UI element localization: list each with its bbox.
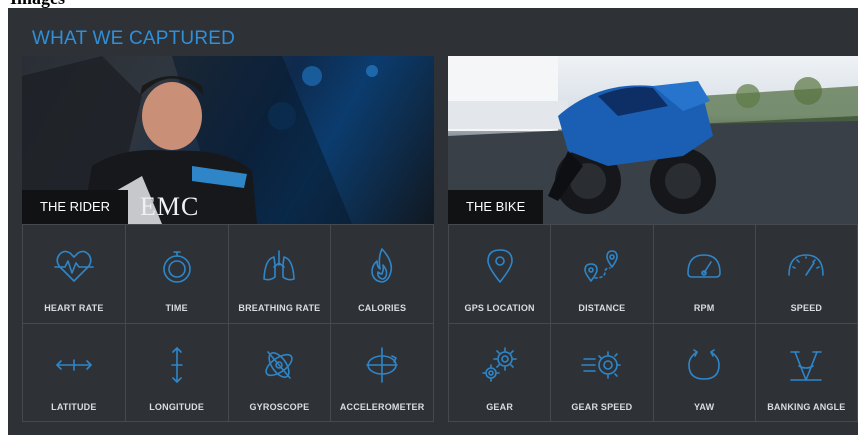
metric-breathing-rate: BREATHING RATE bbox=[228, 225, 332, 324]
yaw-icon bbox=[683, 344, 725, 386]
lungs-icon bbox=[258, 245, 300, 287]
metric-label: HEART RATE bbox=[44, 303, 104, 313]
flame-icon bbox=[361, 245, 403, 287]
rpm-gauge-icon bbox=[683, 245, 725, 287]
gyroscope-icon bbox=[258, 344, 300, 386]
metric-calories: CALORIES bbox=[331, 225, 434, 324]
map-pin-icon bbox=[479, 245, 521, 287]
metric-label: RPM bbox=[693, 303, 715, 313]
metric-label: CALORIES bbox=[358, 303, 407, 313]
metric-gyroscope: GYROSCOPE bbox=[228, 323, 332, 422]
bike-metrics-grid: GPS LOCATION DISTANCE RPM SPEED GEAR GEA… bbox=[448, 224, 858, 422]
metric-distance: DISTANCE bbox=[551, 225, 654, 324]
heart-rate-icon bbox=[53, 245, 95, 287]
bike-photo: THE BIKE bbox=[448, 56, 858, 224]
stopwatch-icon bbox=[156, 245, 198, 287]
metric-label: DISTANCE bbox=[578, 303, 626, 313]
bike-label: THE BIKE bbox=[448, 190, 544, 224]
metric-label: YAW bbox=[693, 401, 715, 412]
header-fragment-text: Images bbox=[10, 0, 65, 8]
metric-yaw: YAW bbox=[653, 323, 756, 422]
metric-gps-location: GPS LOCATION bbox=[449, 225, 552, 324]
gear-speed-icon bbox=[581, 344, 623, 386]
metric-speed: SPEED bbox=[755, 225, 858, 324]
metric-label: GPS LOCATION bbox=[464, 303, 535, 313]
header-fragment: Images bbox=[0, 0, 858, 8]
metric-label: BANKING ANGLE bbox=[767, 401, 846, 412]
metric-time: TIME bbox=[125, 225, 229, 324]
metric-heart-rate: HEART RATE bbox=[23, 225, 126, 324]
speedometer-icon bbox=[785, 245, 827, 287]
metric-label: LATITUDE bbox=[51, 401, 97, 412]
metric-gear-speed: GEAR SPEED bbox=[551, 323, 654, 422]
metric-gear: GEAR bbox=[449, 323, 552, 422]
metric-label: BREATHING RATE bbox=[238, 303, 321, 313]
metric-rpm: RPM bbox=[653, 225, 756, 324]
latitude-icon bbox=[53, 344, 95, 386]
metric-label: SPEED bbox=[790, 303, 823, 313]
metric-label: ACCELEROMETER bbox=[339, 401, 425, 412]
metric-longitude: LONGITUDE bbox=[125, 323, 229, 422]
section-title: WHAT WE CAPTURED bbox=[32, 28, 236, 49]
metric-latitude: LATITUDE bbox=[23, 323, 126, 422]
longitude-icon bbox=[156, 344, 198, 386]
rider-metrics-grid: HEART RATE TIME BREATHING RATE CALORIES … bbox=[22, 224, 434, 422]
gears-icon bbox=[479, 344, 521, 386]
metric-label: LONGITUDE bbox=[149, 401, 205, 412]
rider-label: THE RIDER bbox=[22, 190, 129, 224]
metric-banking-angle: BANKING ANGLE bbox=[755, 323, 858, 422]
accelerometer-icon bbox=[361, 344, 403, 386]
banking-angle-icon bbox=[785, 344, 827, 386]
metric-accelerometer: ACCELEROMETER bbox=[331, 323, 434, 422]
rider-photo: THE RIDER EMC bbox=[22, 56, 434, 224]
metric-label: GEAR SPEED bbox=[571, 401, 633, 412]
distance-icon bbox=[581, 245, 623, 287]
rider-jersey-logo: EMC bbox=[140, 192, 200, 221]
metric-label: GYROSCOPE bbox=[249, 401, 310, 412]
metric-label: GEAR bbox=[486, 401, 514, 412]
metric-label: TIME bbox=[165, 303, 188, 313]
